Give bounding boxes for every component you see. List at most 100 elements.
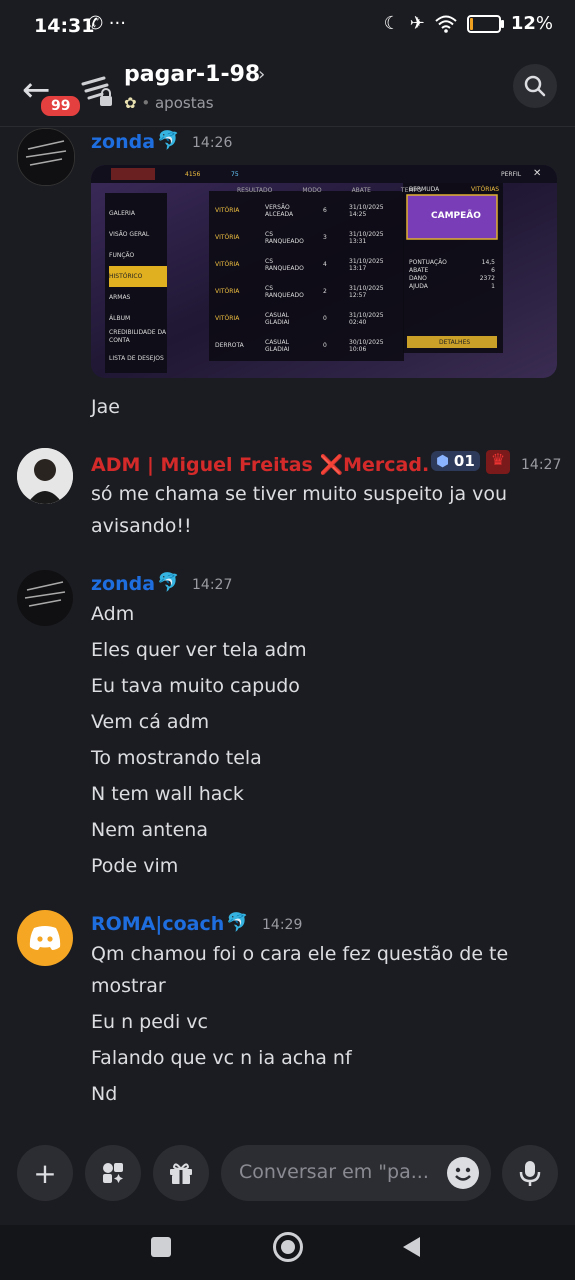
menu-item: CREDIBILIDADE DA CONTA	[109, 329, 167, 344]
column-header: MODO	[302, 187, 322, 194]
profile-label: PERFIL	[501, 171, 522, 178]
message-line: avisando!!	[91, 515, 192, 537]
status-time: 14:31	[34, 15, 95, 37]
microphone-icon	[519, 1161, 541, 1186]
message-line: só me chama se tiver muito suspeito ja v…	[91, 483, 508, 505]
channel-subtitle: ✿ • apostas	[124, 94, 214, 112]
history-columns: RESULTADO MODO ABATE TEMPO	[237, 187, 422, 194]
stat-row: DANO 2372	[409, 275, 495, 282]
unread-badge: 99	[38, 93, 84, 119]
menu-item: FUNÇÃO	[109, 252, 135, 259]
notification-icons: ✆ ···	[88, 13, 126, 34]
avatar[interactable]	[17, 570, 73, 626]
avatar-image	[17, 448, 73, 504]
message-line: Eles quer ver tela adm	[91, 639, 307, 661]
menu-item: VISÃO GERAL	[109, 231, 150, 238]
message-line: Nem antena	[91, 819, 208, 841]
panel-title: BERMUDA	[409, 186, 440, 193]
message-time: 14:29	[262, 917, 303, 933]
menu-item: ARMAS	[109, 294, 131, 301]
profile-menu: GALERIA VISÃO GERAL FUNÇÃO HISTÓRICO ARM…	[109, 203, 167, 363]
channel-name[interactable]: pagar-1-98	[124, 62, 260, 87]
battery-icon	[466, 14, 504, 33]
home-button[interactable]	[273, 1232, 303, 1262]
message-line: Eu tava muito capudo	[91, 675, 300, 697]
menu-item: LISTA DE DESEJOS	[109, 355, 164, 362]
message-time: 14:26	[192, 135, 233, 151]
chevron-right-icon[interactable]: ›	[258, 64, 265, 85]
stat-row: AJUDA 1	[409, 283, 495, 290]
role-tag-label: 01	[453, 452, 475, 470]
menu-item: HISTÓRICO	[109, 266, 167, 287]
back-triangle-icon[interactable]	[400, 1235, 422, 1259]
avatar-image	[18, 129, 74, 185]
plus-icon: +	[33, 1156, 57, 1190]
message-author[interactable]: ROMA|coach	[91, 913, 224, 935]
category-name: apostas	[154, 94, 214, 112]
message-line: Nd	[91, 1083, 118, 1105]
moon-icon: ☾	[383, 13, 400, 34]
panel-result: VITÓRIAS	[471, 186, 500, 193]
message-line: mostrar	[91, 975, 166, 997]
diamonds-value: 75	[231, 171, 239, 178]
message-input[interactable]: Conversar em "pa...	[221, 1145, 491, 1201]
airplane-icon: ✈	[409, 13, 425, 34]
table-row: DERROTA CASUAL GLADIAI 0 30/10/2025 10:06	[215, 338, 384, 353]
voice-button[interactable]	[502, 1145, 558, 1201]
message-line: To mostrando tela	[91, 747, 262, 769]
apps-button[interactable]	[85, 1145, 141, 1201]
message-author[interactable]: zonda	[91, 573, 155, 595]
close-icon: ✕	[533, 168, 542, 179]
menu-item: ÁLBUM	[109, 315, 131, 322]
avatar[interactable]	[17, 448, 73, 504]
avatar-image	[17, 570, 73, 626]
table-row: VITÓRIA CS RANQUEADO 4 31/10/2025 13:17	[215, 257, 384, 272]
stat-row: PONTUAÇÃO 14,5	[409, 259, 495, 266]
system-nav-bar	[0, 1225, 575, 1280]
message-time: 14:27	[521, 457, 562, 473]
dolphin-icon: 🐬	[157, 572, 180, 593]
message-time: 14:27	[192, 577, 233, 593]
add-button[interactable]: +	[17, 1145, 73, 1201]
champion-label: CAMPEÃO	[431, 211, 481, 221]
message-line: Pode vim	[91, 855, 179, 877]
message-composer: + Conversar em "pa...	[0, 1133, 575, 1225]
message-line: Vem cá adm	[91, 711, 210, 733]
gift-icon	[170, 1163, 192, 1184]
attachment-overlay: 4156 75 PERFIL ✕ GALERIA VISÃO GERAL FUN…	[91, 165, 557, 378]
gift-button[interactable]	[153, 1145, 209, 1201]
wifi-icon	[435, 15, 457, 33]
menu-item: GALERIA	[109, 210, 135, 217]
history-rows: VITÓRIA VERSÃO ALCEADA 6 31/10/2025 14:25 V…	[215, 197, 403, 359]
column-header: ABATE	[351, 187, 371, 194]
message-author[interactable]: ADM | Miguel Freitas ❌Mercad...	[91, 453, 429, 476]
emoji-icon[interactable]	[447, 1157, 479, 1189]
image-attachment[interactable]: 4156 75 PERFIL ✕ GALERIA VISÃO GERAL FUN…	[91, 165, 557, 378]
status-bar: 14:31 ✆ ··· ☾ ✈ 12%	[0, 0, 575, 56]
message-author[interactable]: zonda	[91, 131, 155, 153]
search-button[interactable]	[513, 64, 557, 108]
dolphin-icon: 🐬	[226, 912, 249, 933]
flower-icon: ✿	[124, 94, 137, 112]
shield-icon: ⬢	[436, 452, 450, 470]
search-icon	[524, 75, 546, 97]
details-button: DETALHES	[439, 339, 471, 346]
column-header: RESULTADO	[237, 187, 273, 194]
dolphin-icon: 🐬	[157, 130, 180, 151]
avatar[interactable]	[17, 910, 73, 966]
match-stats: PONTUAÇÃO 14,5 ABATE 6 DANO 2372 AJUDA 1	[409, 259, 495, 291]
apps-icon	[103, 1163, 123, 1183]
table-row: VITÓRIA CS RANQUEADO 3 31/10/2025 13:31	[215, 230, 384, 245]
message-line: Qm chamou foi o cara ele fez questão de …	[91, 943, 509, 965]
table-row: VITÓRIA CS RANQUEADO 2 31/10/2025 12:57	[215, 284, 384, 299]
channel-lock-icon	[81, 76, 112, 106]
table-row: VITÓRIA VERSÃO ALCEADA 6 31/10/2025 14:25	[215, 203, 384, 218]
role-tag: ⬢ 01	[431, 451, 480, 471]
stat-row: ABATE 6	[409, 267, 495, 274]
avatar[interactable]	[17, 128, 75, 186]
recents-button[interactable]	[151, 1237, 171, 1257]
message-input-placeholder: Conversar em "pa...	[239, 1161, 429, 1183]
channel-header: ← 99 pagar-1-98 › ✿ • apostas	[0, 56, 575, 127]
message-line: N tem wall hack	[91, 783, 244, 805]
message-line: Falando que vc n ia acha nf	[91, 1047, 352, 1069]
